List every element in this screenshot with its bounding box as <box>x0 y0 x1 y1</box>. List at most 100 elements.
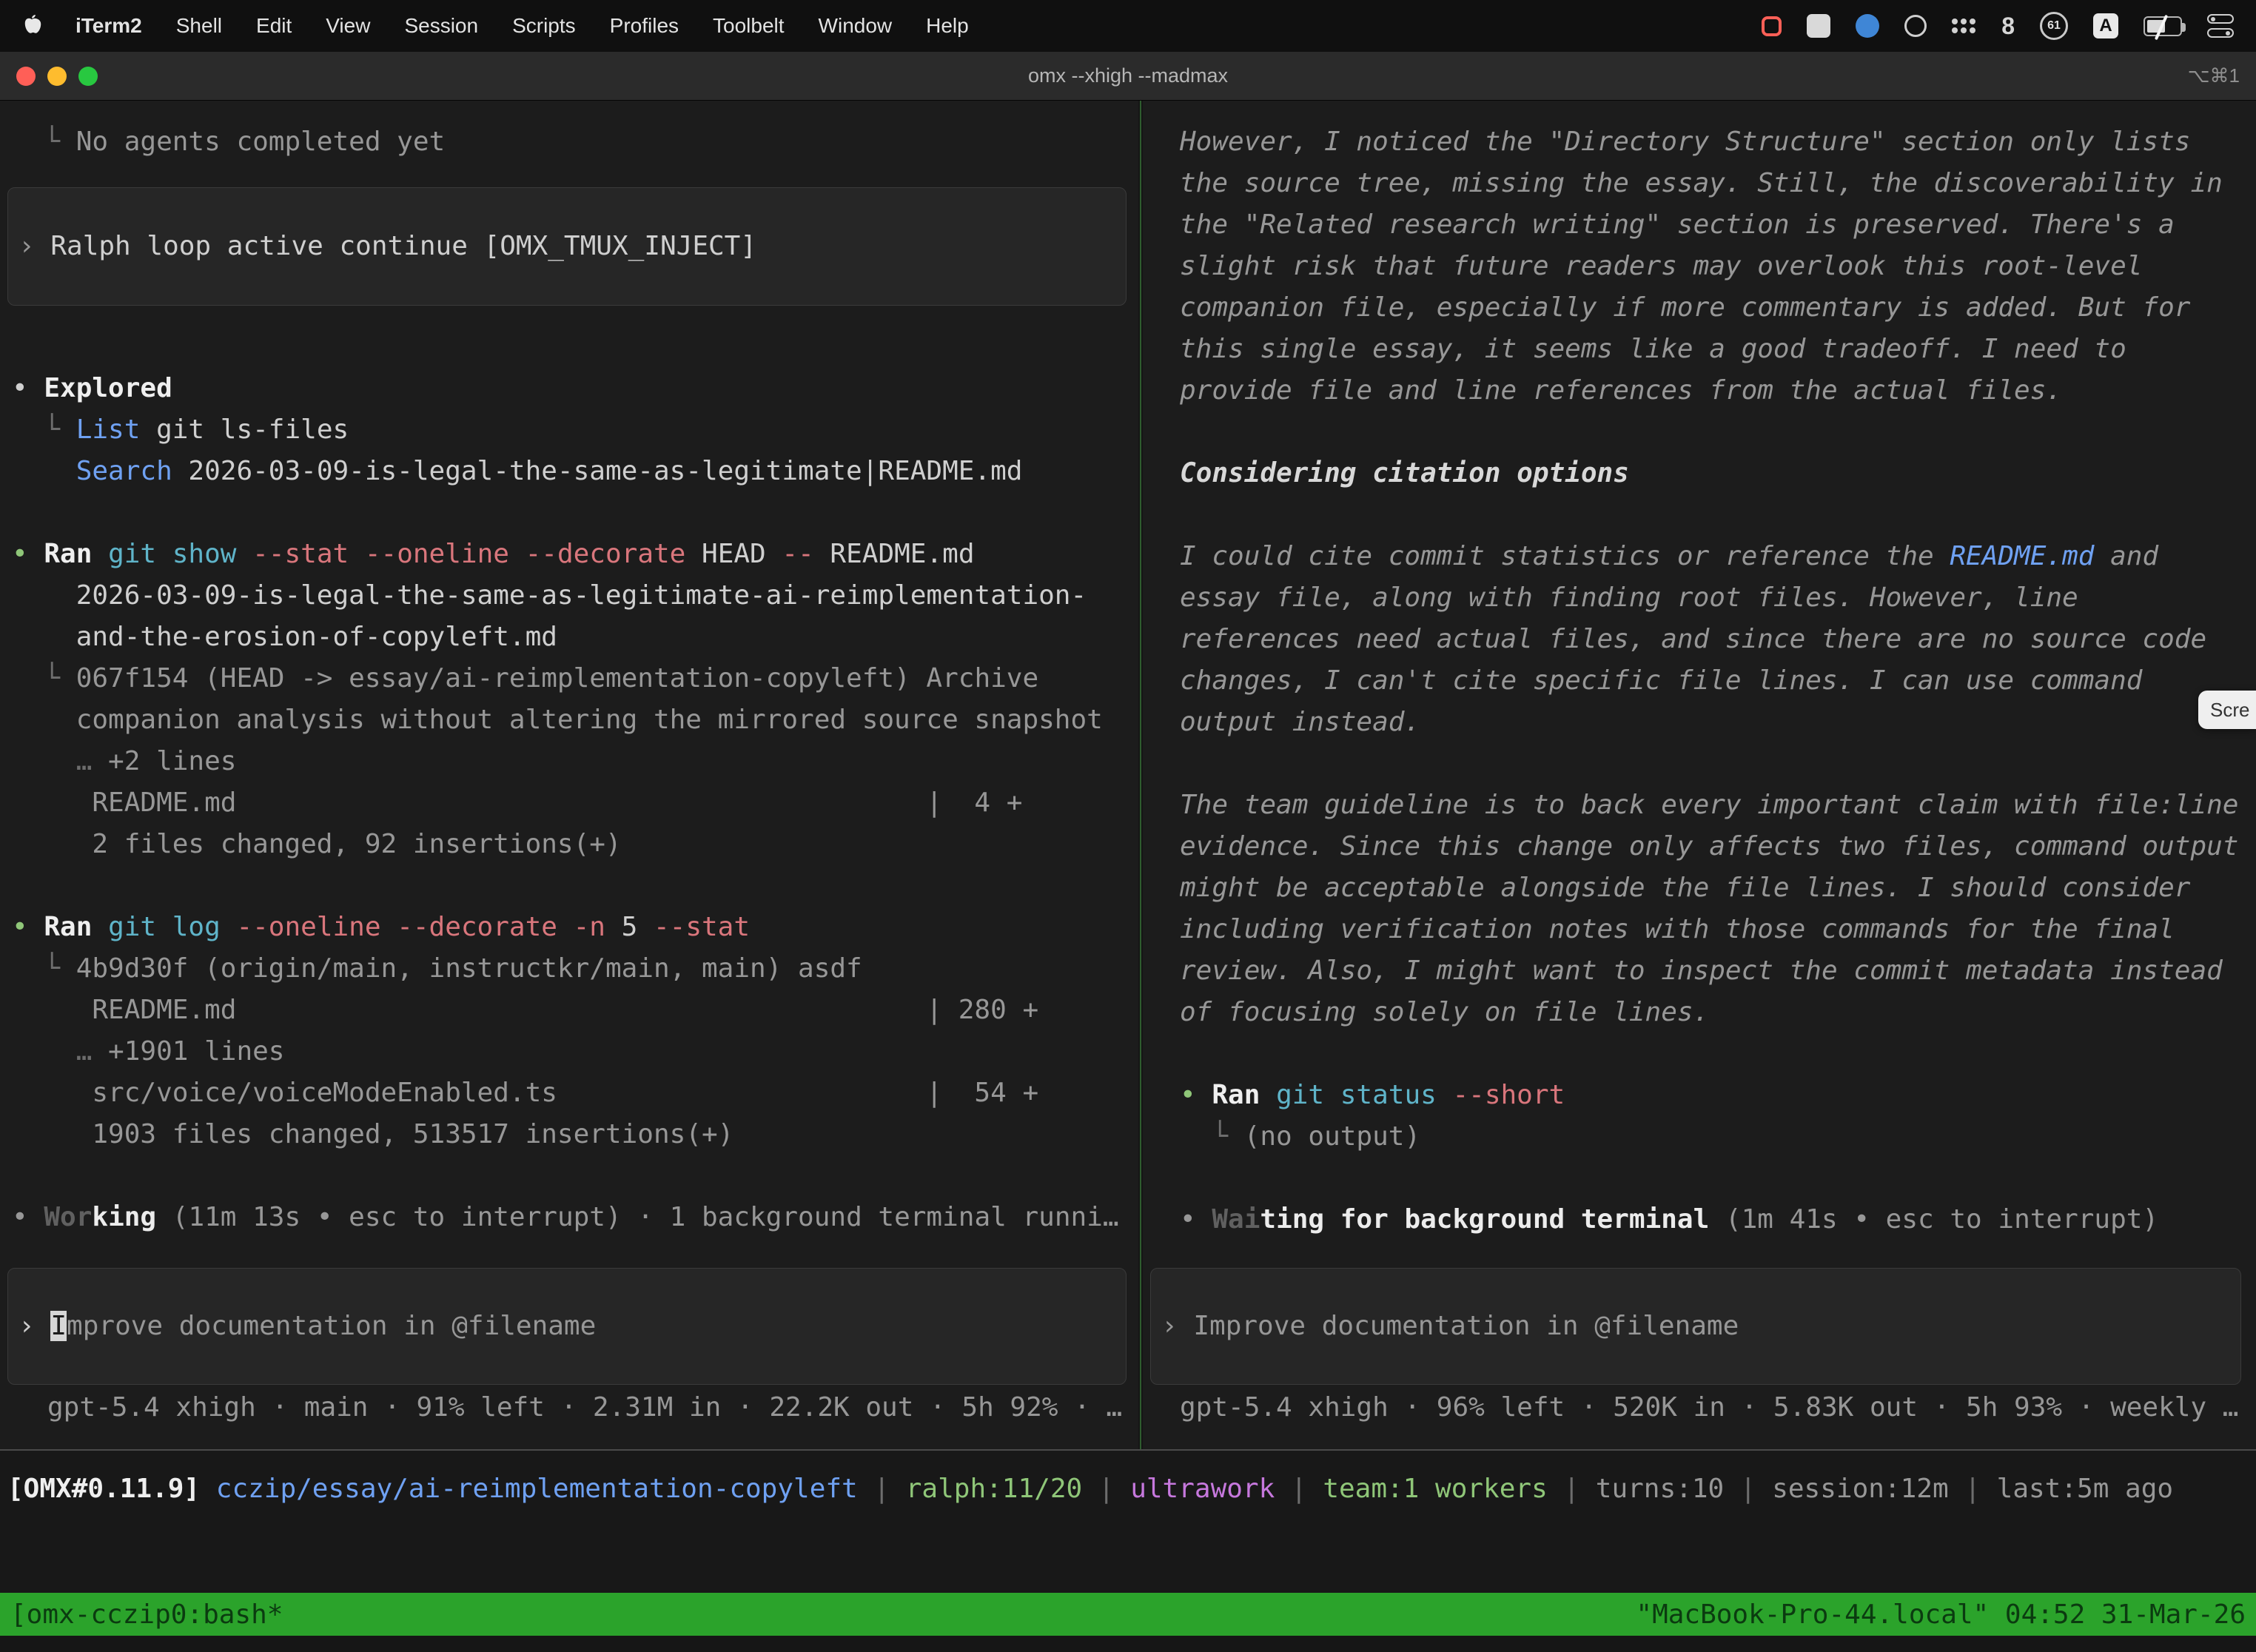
commit-output-text: 4b9d30f (origin/main, instructkr/main, m… <box>76 953 862 984</box>
screen-recording-icon[interactable] <box>1762 16 1782 36</box>
light-app-icon[interactable] <box>1807 14 1830 38</box>
separator: | <box>1082 1474 1130 1504</box>
blank-line <box>1180 1033 2256 1075</box>
working-shimmer-bright: king <box>92 1202 172 1232</box>
blank-line <box>12 492 1138 534</box>
menu-item-shell[interactable]: Shell <box>176 14 222 38</box>
battery-percent-badge[interactable]: 61 <box>2040 12 2068 40</box>
truncation-text: +2 lines <box>108 746 236 776</box>
app-grid-icon[interactable] <box>1952 19 1976 34</box>
blank-line <box>1180 412 2256 453</box>
command-wrap-line: and-the-erosion-of-copyleft.md <box>12 617 1138 658</box>
menu-item-session[interactable]: Session <box>404 14 478 38</box>
menu-item-edit[interactable]: Edit <box>256 14 292 38</box>
input-source-icon[interactable]: A <box>2093 13 2118 38</box>
blue-app-icon[interactable] <box>1856 14 1879 38</box>
close-button[interactable] <box>16 67 36 86</box>
readme-link[interactable]: README.md <box>1950 541 2094 571</box>
minimize-button[interactable] <box>47 67 67 86</box>
tmux-panes: └ No agents completed yet › Ralph loop a… <box>0 101 2256 1449</box>
tree-glyph: └ <box>12 953 76 984</box>
reasoning-line: companion file, especially if more comme… <box>1180 287 2256 329</box>
omx-team: team:1 workers <box>1323 1474 1547 1504</box>
reasoning-line: the "Related research writing" section i… <box>1180 204 2256 246</box>
bullet-icon: • <box>12 1202 44 1232</box>
blank-line <box>1180 743 2256 785</box>
no-output-line: └ (no output) <box>1180 1116 2256 1158</box>
menu-item-view[interactable]: View <box>326 14 370 38</box>
left-terminal-pane[interactable]: └ No agents completed yet › Ralph loop a… <box>0 101 1138 1449</box>
reasoning-line: provide file and line references from th… <box>1180 370 2256 412</box>
agents-completed-text: No agents completed yet <box>76 127 446 157</box>
tree-glyph: └ <box>12 414 76 445</box>
reasoning-text: I could cite commit statistics or refere… <box>1180 541 1950 571</box>
omx-branch: cczip/essay/ai-reimplementation-copyleft <box>216 1474 858 1504</box>
left-prompt-input[interactable]: › Improve documentation in @filename <box>7 1268 1127 1385</box>
git-log-command-line: • Ran git log --oneline --decorate -n 5 … <box>12 907 1138 948</box>
menubar-status-icons: 8 61 A <box>1762 12 2234 40</box>
iterm2-window: omx --xhigh --madmax ⌥⌘1 └ No agents com… <box>0 52 2256 1652</box>
reasoning-line: evidence. Since this change only affects… <box>1180 826 2256 867</box>
ellipsis-glyph: … <box>12 746 108 776</box>
menu-item-iterm2[interactable]: iTerm2 <box>75 14 142 38</box>
ran-label: Ran <box>44 912 108 942</box>
reasoning-line: I could cite commit statistics or refere… <box>1180 536 2256 577</box>
control-center-icon[interactable] <box>2207 14 2234 38</box>
traffic-lights <box>16 67 98 86</box>
reasoning-line: changes, I can't cite specific file line… <box>1180 660 2256 702</box>
separator: | <box>1275 1474 1323 1504</box>
zoom-button[interactable] <box>78 67 98 86</box>
reasoning-line: including verification notes with those … <box>1180 909 2256 950</box>
right-prompt-line: › Improve documentation in @filename <box>1161 1306 1739 1347</box>
reasoning-line: references need actual files, and since … <box>1180 619 2256 660</box>
ellipsis-glyph: … <box>12 1036 108 1067</box>
command-flags: --stat --oneline --decorate <box>252 539 702 569</box>
menu-item-scripts[interactable]: Scripts <box>512 14 576 38</box>
omx-status-bar: [OMX#0.11.9] cczip/essay/ai-reimplementa… <box>0 1451 2256 1593</box>
menu-item-window[interactable]: Window <box>819 14 893 38</box>
window-title-bar[interactable]: omx --xhigh --madmax ⌥⌘1 <box>0 52 2256 101</box>
round-app-icon[interactable] <box>1904 15 1927 37</box>
prompt-arrow-icon: › <box>1161 1311 1193 1341</box>
menu-item-profiles[interactable]: Profiles <box>610 14 679 38</box>
menu-item-toolbelt[interactable]: Toolbelt <box>713 14 785 38</box>
window-title: omx --xhigh --madmax <box>0 64 2256 87</box>
diffstat-line: README.md | 280 + <box>12 990 1138 1031</box>
diffstat-summary-line: 1903 files changed, 513517 insertions(+) <box>12 1114 1138 1155</box>
separator: | <box>858 1474 906 1504</box>
git-show-command-line: • Ran git show --stat --oneline --decora… <box>12 534 1138 575</box>
reasoning-line: review. Also, I might want to inspect th… <box>1180 950 2256 992</box>
reasoning-line: of focusing solely on file lines. <box>1180 992 2256 1033</box>
waiting-shimmer-bright: ting for background terminal <box>1260 1204 1725 1235</box>
ralph-loop-banner: › Ralph loop active continue [OMX_TMUX_I… <box>7 187 1127 306</box>
working-detail: (11m 13s • esc to interrupt) · 1 backgro… <box>172 1202 1119 1232</box>
separator: | <box>1548 1474 1596 1504</box>
search-action-args: 2026-03-09-is-legal-the-same-as-legitima… <box>172 456 1023 486</box>
apple-logo[interactable] <box>22 15 41 37</box>
battery-icon[interactable] <box>2143 16 2182 36</box>
no-output-text: (no output) <box>1244 1121 1420 1152</box>
commit-output-line: companion analysis without altering the … <box>12 699 1138 741</box>
separator: | <box>1949 1474 1997 1504</box>
bullet-icon: • <box>12 539 44 569</box>
truncation-line: … +1901 lines <box>12 1031 1138 1072</box>
omx-last-activity: last:5m ago <box>1997 1474 2173 1504</box>
figure-eight-icon[interactable]: 8 <box>2001 13 2015 40</box>
command-name: git show <box>108 539 252 569</box>
waiting-status-line: • Waiting for background terminal (1m 41… <box>1180 1199 2256 1240</box>
double-dash: -- <box>782 539 830 569</box>
list-action-label: List <box>76 414 141 445</box>
right-terminal-pane[interactable]: However, I noticed the "Directory Struct… <box>1143 101 2256 1449</box>
prompt-arrow-icon: › <box>19 231 50 261</box>
menu-item-help[interactable]: Help <box>926 14 969 38</box>
commit-output-text: 067f154 (HEAD -> essay/ai-reimplementati… <box>76 663 1038 694</box>
pane-divider[interactable] <box>1138 101 1143 1449</box>
git-status-command-line: • Ran git status --short <box>1180 1075 2256 1116</box>
screen-tool-overlay[interactable]: Scre <box>2198 691 2256 729</box>
command-flags: --short <box>1452 1080 1565 1110</box>
separator: | <box>1724 1474 1772 1504</box>
right-prompt-input[interactable]: › Improve documentation in @filename <box>1150 1268 2241 1385</box>
bullet-icon: • <box>1180 1204 1212 1235</box>
reasoning-line: might be acceptable alongside the file l… <box>1180 867 2256 909</box>
command-flags: --oneline --decorate -n <box>236 912 621 942</box>
